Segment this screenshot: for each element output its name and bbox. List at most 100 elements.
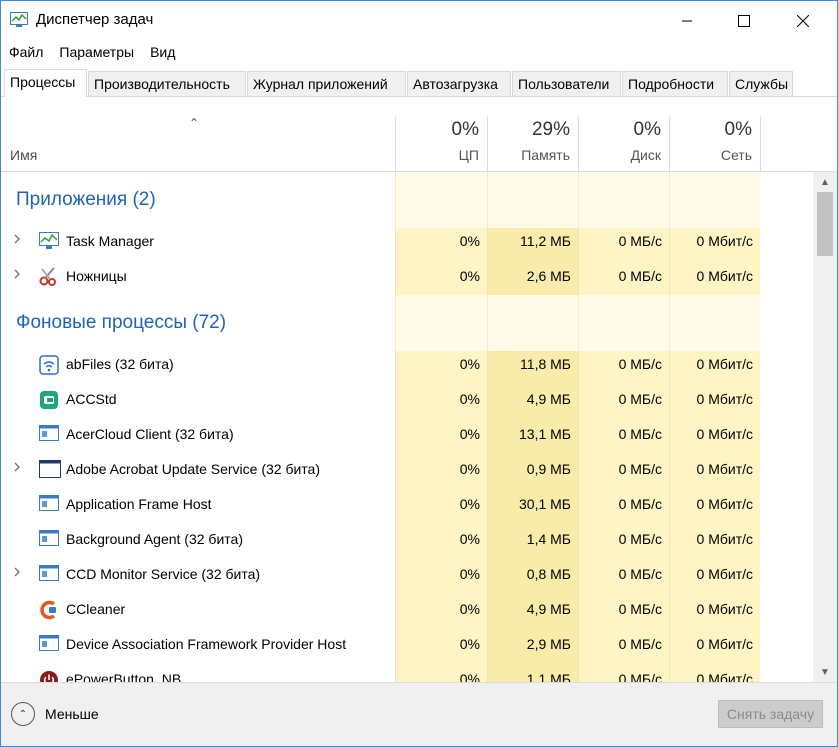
network-value: 0 Мбит/с — [696, 426, 753, 442]
memory-value: 11,8 МБ — [520, 356, 571, 372]
disk-value: 0 МБ/с — [618, 636, 662, 652]
cpu-value: 0% — [459, 566, 480, 582]
process-row[interactable]: ePowerButton_NB 0% 1,1 МБ 0 МБ/с 0 Мбит/с — [1, 662, 813, 682]
cpu-value: 0% — [459, 636, 480, 652]
vertical-scrollbar[interactable]: ▲ ▼ — [813, 172, 837, 682]
network-value: 0 Мбит/с — [696, 268, 753, 284]
maximize-icon — [738, 15, 750, 27]
process-row[interactable]: Background Agent (32 бита) 0% 1,4 МБ 0 МБ/с… — [1, 522, 813, 557]
window-app-icon — [39, 425, 59, 444]
window-app-icon — [39, 530, 59, 549]
process-row[interactable]: ACCStd 0% 4,9 МБ 0 МБ/с 0 Мбит/с — [1, 382, 813, 417]
menu-options[interactable]: Параметры — [51, 41, 142, 65]
ccleaner-icon — [39, 600, 59, 620]
chevron-right-icon[interactable] — [12, 565, 24, 581]
column-network[interactable]: 0% Сеть — [669, 116, 760, 172]
end-task-button[interactable]: Снять задачу — [718, 700, 823, 728]
disk-value: 0 МБ/с — [618, 671, 662, 682]
scroll-down-icon[interactable]: ▼ — [813, 662, 837, 682]
chevron-right-icon[interactable] — [12, 232, 24, 248]
column-header: ⌃ Имя 0% ЦП 29% Память 0% Диск 0% Сеть — [1, 116, 837, 172]
process-row[interactable]: Ножницы 0% 2,6 МБ 0 МБ/с 0 Мбит/с — [1, 259, 813, 294]
title-bar[interactable]: Диспетчер задач — [1, 1, 837, 41]
group-header-cell — [487, 295, 578, 351]
column-cpu[interactable]: 0% ЦП — [395, 116, 487, 172]
column-memory[interactable]: 29% Память — [487, 116, 578, 172]
process-name: CCD Monitor Service (32 бита) — [66, 566, 261, 582]
process-name: Adobe Acrobat Update Service (32 бита) — [66, 461, 321, 477]
cpu-value: 0% — [459, 461, 480, 477]
tab-services[interactable]: Службы — [729, 71, 793, 96]
footer: ⌃ Меньше Снять задачу — [1, 682, 837, 746]
process-row[interactable]: Adobe Acrobat Update Service (32 бита) 0%… — [1, 452, 813, 487]
close-button[interactable] — [780, 1, 826, 41]
tab-app-history[interactable]: Журнал приложений — [247, 71, 406, 96]
fewer-details-label: Меньше — [45, 706, 99, 722]
memory-value: 1,4 МБ — [526, 531, 571, 547]
accstd-icon — [39, 390, 59, 409]
tab-details[interactable]: Подробности — [622, 71, 728, 96]
disk-value: 0 МБ/с — [618, 601, 662, 617]
menu-bar: Файл Параметры Вид — [1, 41, 183, 65]
window-app-icon — [39, 635, 59, 654]
memory-value: 4,9 МБ — [526, 601, 571, 617]
process-name: ePowerButton_NB — [66, 671, 182, 682]
column-disk[interactable]: 0% Диск — [578, 116, 669, 172]
process-row[interactable]: CCD Monitor Service (32 бита) 0% 0,8 МБ 0 М… — [1, 557, 813, 592]
memory-value: 2,6 МБ — [526, 268, 571, 284]
group-header-cell — [669, 295, 760, 351]
column-spacer — [760, 116, 837, 172]
minimize-button[interactable] — [664, 1, 710, 41]
disk-value: 0 МБ/с — [618, 268, 662, 284]
task-manager-window: Диспетчер задач Файл Параметры Вид Проце… — [0, 0, 838, 747]
disk-value: 0 МБ/с — [618, 233, 662, 249]
process-row[interactable]: abFiles (32 бита) 0% 11,8 МБ 0 МБ/с 0 Мбит/с — [1, 347, 813, 382]
chevron-right-icon[interactable] — [12, 460, 24, 476]
tab-performance[interactable]: Производительность — [88, 71, 246, 96]
group-header-cell — [395, 295, 487, 351]
cpu-label: ЦП — [458, 147, 479, 163]
power-button-icon — [39, 670, 59, 682]
process-row[interactable]: CCleaner 0% 4,9 МБ 0 МБ/с 0 Мбит/с — [1, 592, 813, 627]
group-header-cell — [578, 172, 669, 228]
memory-value: 13,1 МБ — [519, 426, 571, 442]
process-row[interactable]: Device Association Framework Provider Ho… — [1, 627, 813, 662]
menu-file[interactable]: Файл — [1, 41, 51, 65]
service-window-icon — [39, 460, 61, 479]
process-row[interactable]: Task Manager 0% 11,2 МБ 0 МБ/с 0 Мбит/с — [1, 224, 813, 259]
network-value: 0 Мбит/с — [696, 671, 753, 682]
minimize-icon — [682, 20, 692, 22]
chevron-up-circle-icon: ⌃ — [11, 702, 35, 726]
maximize-button[interactable] — [721, 1, 767, 41]
process-row[interactable]: AcerCloud Client (32 бита) 0% 13,1 МБ 0 МБ/… — [1, 417, 813, 452]
scissors-icon — [39, 267, 59, 286]
disk-value: 0 МБ/с — [618, 496, 662, 512]
abfiles-icon — [39, 355, 59, 375]
tab-users[interactable]: Пользователи — [512, 71, 621, 96]
network-total: 0% — [724, 119, 752, 140]
scroll-up-icon[interactable]: ▲ — [813, 172, 837, 192]
cpu-value: 0% — [459, 356, 480, 372]
process-row[interactable]: Application Frame Host 0% 30,1 МБ 0 МБ/с 0 М… — [1, 487, 813, 522]
scroll-thumb[interactable] — [817, 192, 833, 256]
process-name: AcerCloud Client (32 бита) — [66, 426, 234, 442]
process-list: Приложения (2) Task Manager 0% 11,2 МБ 0 МБ/… — [1, 172, 813, 682]
chevron-right-icon[interactable] — [12, 267, 24, 283]
column-name[interactable]: Имя — [10, 147, 37, 163]
disk-value: 0 МБ/с — [618, 566, 662, 582]
group-title: Приложения (2) — [16, 189, 156, 210]
memory-value: 0,9 МБ — [526, 461, 571, 477]
fewer-details-button[interactable]: ⌃ Меньше — [11, 702, 99, 726]
menu-view[interactable]: Вид — [142, 41, 183, 65]
process-name: Device Association Framework Provider Ho… — [66, 636, 347, 652]
sort-up-icon[interactable]: ⌃ — [189, 116, 199, 130]
cpu-value: 0% — [459, 496, 480, 512]
network-value: 0 Мбит/с — [696, 601, 753, 617]
process-name: CCleaner — [66, 601, 126, 617]
tab-processes[interactable]: Процессы — [4, 69, 87, 97]
group-background: Фоновые процессы (72) — [1, 295, 813, 351]
network-value: 0 Мбит/с — [696, 356, 753, 372]
process-name: ACCStd — [66, 391, 117, 407]
group-header-cell — [669, 172, 760, 228]
tab-startup[interactable]: Автозагрузка — [407, 71, 511, 96]
